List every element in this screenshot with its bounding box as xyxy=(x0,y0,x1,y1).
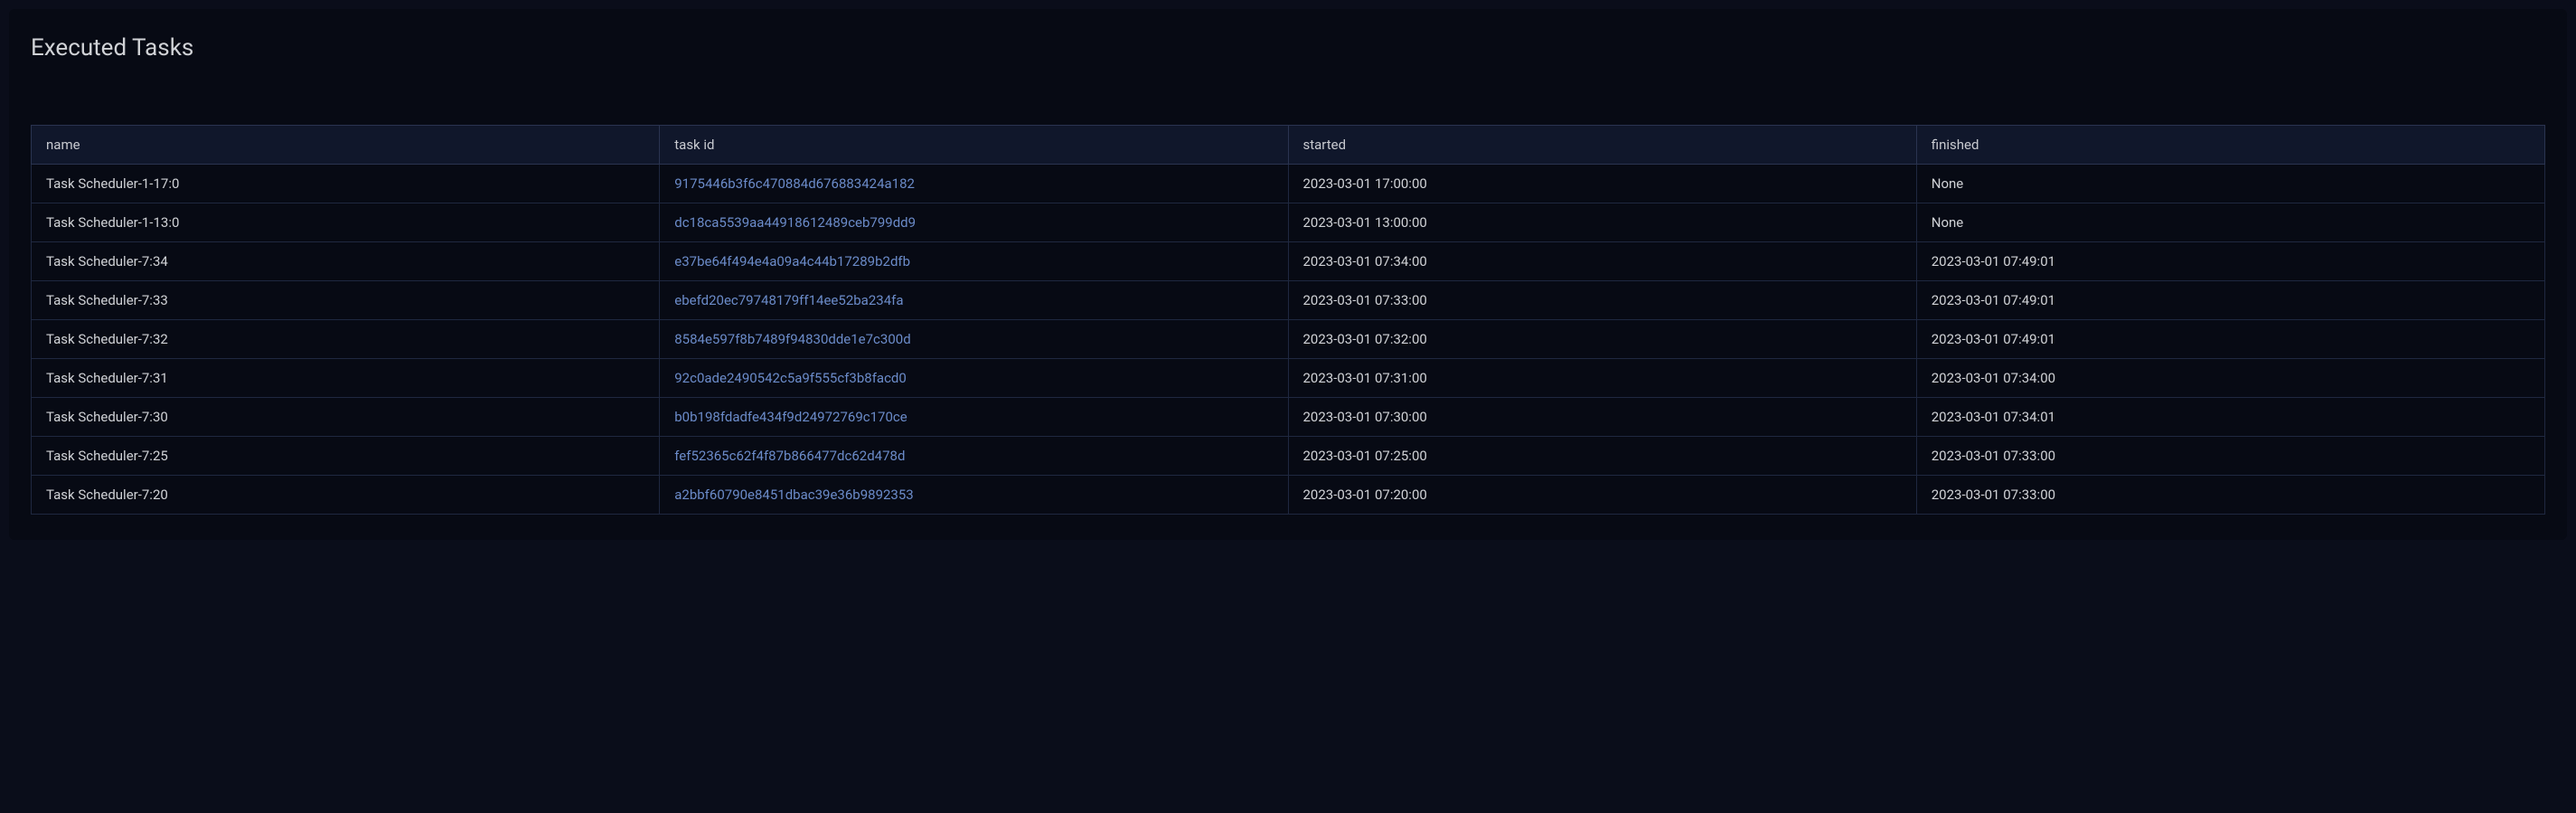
cell-task-id[interactable]: 92c0ade2490542c5a9f555cf3b8facd0 xyxy=(660,359,1288,398)
table-row: Task Scheduler-7:30 b0b198fdadfe434f9d24… xyxy=(32,398,2545,437)
table-header-row: name task id started finished xyxy=(32,126,2545,165)
table-row: Task Scheduler-1-13:0 dc18ca5539aa449186… xyxy=(32,203,2545,242)
cell-started: 2023-03-01 07:20:00 xyxy=(1288,476,1916,515)
cell-task-id[interactable]: ebefd20ec79748179ff14ee52ba234fa xyxy=(660,281,1288,320)
executed-tasks-panel: Executed Tasks name task id started fini… xyxy=(9,9,2567,540)
table-row: Task Scheduler-7:25 fef52365c62f4f87b866… xyxy=(32,437,2545,476)
cell-task-id[interactable]: fef52365c62f4f87b866477dc62d478d xyxy=(660,437,1288,476)
cell-name: Task Scheduler-7:25 xyxy=(32,437,660,476)
cell-started: 2023-03-01 07:32:00 xyxy=(1288,320,1916,359)
cell-started: 2023-03-01 07:25:00 xyxy=(1288,437,1916,476)
cell-name: Task Scheduler-1-13:0 xyxy=(32,203,660,242)
column-header-task-id[interactable]: task id xyxy=(660,126,1288,165)
cell-name: Task Scheduler-7:32 xyxy=(32,320,660,359)
cell-finished: None xyxy=(1916,165,2544,203)
cell-started: 2023-03-01 07:31:00 xyxy=(1288,359,1916,398)
cell-finished: 2023-03-01 07:34:00 xyxy=(1916,359,2544,398)
cell-task-id[interactable]: 9175446b3f6c470884d676883424a182 xyxy=(660,165,1288,203)
table-row: Task Scheduler-7:31 92c0ade2490542c5a9f5… xyxy=(32,359,2545,398)
column-header-name[interactable]: name xyxy=(32,126,660,165)
cell-started: 2023-03-01 07:33:00 xyxy=(1288,281,1916,320)
column-header-started[interactable]: started xyxy=(1288,126,1916,165)
cell-task-id[interactable]: e37be64f494e4a09a4c44b17289b2dfb xyxy=(660,242,1288,281)
cell-name: Task Scheduler-7:30 xyxy=(32,398,660,437)
table-row: Task Scheduler-7:32 8584e597f8b7489f9483… xyxy=(32,320,2545,359)
table-body: Task Scheduler-1-17:0 9175446b3f6c470884… xyxy=(32,165,2545,515)
cell-finished: None xyxy=(1916,203,2544,242)
table-row: Task Scheduler-7:33 ebefd20ec79748179ff1… xyxy=(32,281,2545,320)
cell-task-id[interactable]: a2bbf60790e8451dbac39e36b9892353 xyxy=(660,476,1288,515)
cell-task-id[interactable]: dc18ca5539aa44918612489ceb799dd9 xyxy=(660,203,1288,242)
cell-started: 2023-03-01 17:00:00 xyxy=(1288,165,1916,203)
cell-name: Task Scheduler-7:20 xyxy=(32,476,660,515)
cell-finished: 2023-03-01 07:33:00 xyxy=(1916,476,2544,515)
cell-name: Task Scheduler-7:33 xyxy=(32,281,660,320)
cell-task-id[interactable]: 8584e597f8b7489f94830dde1e7c300d xyxy=(660,320,1288,359)
column-header-finished[interactable]: finished xyxy=(1916,126,2544,165)
cell-finished: 2023-03-01 07:49:01 xyxy=(1916,320,2544,359)
cell-finished: 2023-03-01 07:49:01 xyxy=(1916,242,2544,281)
cell-finished: 2023-03-01 07:34:01 xyxy=(1916,398,2544,437)
table-row: Task Scheduler-1-17:0 9175446b3f6c470884… xyxy=(32,165,2545,203)
table-row: Task Scheduler-7:20 a2bbf60790e8451dbac3… xyxy=(32,476,2545,515)
cell-started: 2023-03-01 07:30:00 xyxy=(1288,398,1916,437)
cell-finished: 2023-03-01 07:33:00 xyxy=(1916,437,2544,476)
cell-name: Task Scheduler-1-17:0 xyxy=(32,165,660,203)
cell-finished: 2023-03-01 07:49:01 xyxy=(1916,281,2544,320)
cell-name: Task Scheduler-7:34 xyxy=(32,242,660,281)
cell-started: 2023-03-01 13:00:00 xyxy=(1288,203,1916,242)
cell-task-id[interactable]: b0b198fdadfe434f9d24972769c170ce xyxy=(660,398,1288,437)
table-row: Task Scheduler-7:34 e37be64f494e4a09a4c4… xyxy=(32,242,2545,281)
panel-title: Executed Tasks xyxy=(31,34,2545,61)
cell-started: 2023-03-01 07:34:00 xyxy=(1288,242,1916,281)
executed-tasks-table: name task id started finished Task Sched… xyxy=(31,125,2545,515)
cell-name: Task Scheduler-7:31 xyxy=(32,359,660,398)
